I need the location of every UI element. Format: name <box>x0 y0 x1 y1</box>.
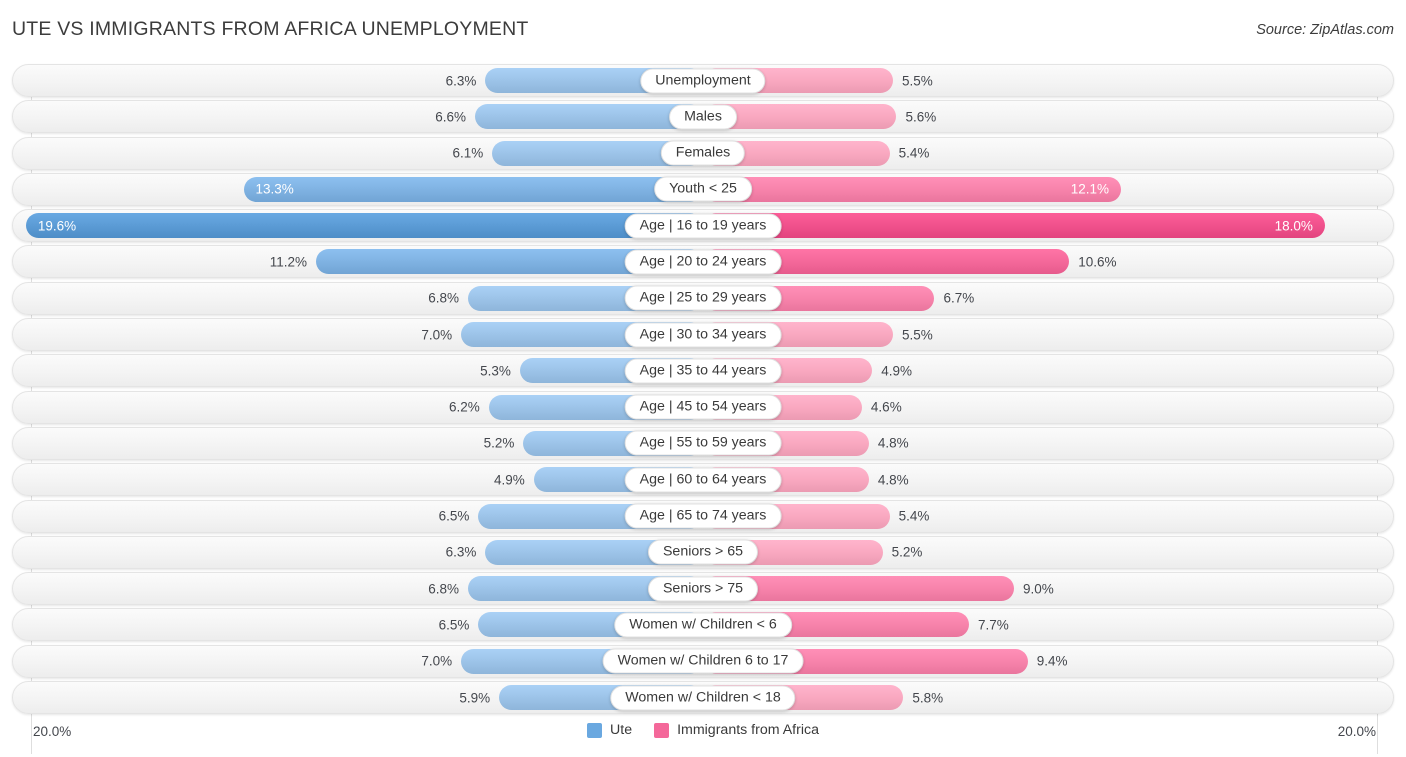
chart-rows: 6.3% 5.5% Unemployment 6.6% 5.6% Males 6.1% 5.4… <box>12 64 1394 715</box>
chart-row: 6.8% 6.7% Age | 25 to 29 years <box>12 281 1394 315</box>
chart-row: 6.8% 9.0% Seniors > 75 <box>12 572 1394 606</box>
category-label-pill[interactable]: Age | 35 to 44 years <box>624 358 782 384</box>
bar-value-left: 13.3% <box>255 181 294 197</box>
bar-value-right: 18.0% <box>1274 218 1313 234</box>
bar-value-left: 19.6% <box>37 218 77 234</box>
bar-value-right: 4.9% <box>881 363 913 379</box>
bar-value-right: 5.4% <box>898 508 930 524</box>
chart-row: 6.3% 5.2% Seniors > 65 <box>12 535 1394 569</box>
bar-value-right: 10.6% <box>1078 254 1117 270</box>
legend-item-ute[interactable]: Ute <box>587 722 632 738</box>
legend-item-immigrants-from-africa[interactable]: Immigrants from Africa <box>654 722 819 738</box>
bar-right-immigrants-from-africa[interactable]: 18.0% <box>703 213 1325 239</box>
chart-row: 13.3% 12.1% Youth < 25 <box>12 172 1394 206</box>
category-label-pill[interactable]: Age | 25 to 29 years <box>624 285 782 311</box>
chart-row: 6.2% 4.6% Age | 45 to 54 years <box>12 390 1394 424</box>
category-label-pill[interactable]: Unemployment <box>640 68 766 93</box>
chart-row: 19.6% 18.0% Age | 16 to 19 years <box>12 209 1394 243</box>
bar-value-right: 5.5% <box>902 327 933 343</box>
legend-swatch-immigrants-from-africa <box>654 722 670 738</box>
chart-row: 6.5% 5.4% Age | 65 to 74 years <box>12 499 1394 533</box>
bar-value-right: 4.8% <box>877 472 909 488</box>
bar-right-immigrants-from-africa[interactable]: 12.1% <box>703 176 1122 202</box>
bar-value-right: 9.0% <box>1022 581 1054 597</box>
chart-page: UTE VS IMMIGRANTS FROM AFRICA UNEMPLOYME… <box>0 0 1406 757</box>
chart-row: 6.3% 5.5% Unemployment <box>12 64 1394 97</box>
bar-value-left: 6.1% <box>452 145 484 161</box>
legend-label-immigrants-from-africa: Immigrants from Africa <box>677 722 819 738</box>
category-label-pill[interactable]: Age | 55 to 59 years <box>624 430 782 456</box>
chart-row: 5.9% 5.8% Women w/ Children < 18 <box>12 681 1394 715</box>
chart-row: 6.1% 5.4% Females <box>12 136 1394 170</box>
bar-value-left: 5.9% <box>459 690 491 706</box>
chart-row: 5.3% 4.9% Age | 35 to 44 years <box>12 354 1394 388</box>
chart-row: 6.6% 5.6% Males <box>12 100 1394 134</box>
category-label-pill[interactable]: Age | 16 to 19 years <box>624 213 782 239</box>
legend-label-ute: Ute <box>610 722 633 738</box>
bar-value-left: 11.2% <box>269 254 308 270</box>
bar-value-right: 6.7% <box>943 290 975 306</box>
category-label-pill[interactable]: Youth < 25 <box>654 176 752 202</box>
category-label-pill[interactable]: Women w/ Children < 6 <box>614 612 792 638</box>
bar-value-right: 7.7% <box>978 617 1009 633</box>
bar-value-left: 5.3% <box>480 363 511 379</box>
bar-value-right: 12.1% <box>1070 181 1110 197</box>
category-label-pill[interactable]: Age | 65 to 74 years <box>624 503 782 529</box>
category-label-pill[interactable]: Age | 60 to 64 years <box>624 467 782 493</box>
category-label-pill[interactable]: Age | 45 to 54 years <box>624 394 782 420</box>
bar-value-right: 9.4% <box>1036 653 1068 669</box>
category-label-pill[interactable]: Women w/ Children 6 to 17 <box>602 648 804 674</box>
chart-row: 7.0% 5.5% Age | 30 to 34 years <box>12 318 1394 352</box>
bar-value-left: 4.9% <box>493 472 525 488</box>
bar-value-left: 6.5% <box>438 617 470 633</box>
bar-value-left: 6.3% <box>445 544 477 560</box>
source-attribution: Source: ZipAtlas.com <box>1256 22 1394 38</box>
bar-value-left: 6.6% <box>435 109 466 125</box>
category-label-pill[interactable]: Females <box>660 140 746 166</box>
bar-value-right: 4.6% <box>870 399 902 415</box>
bar-value-right: 5.4% <box>898 145 930 161</box>
chart-legend: Ute Immigrants from Africa <box>0 722 1406 738</box>
bar-value-left: 6.5% <box>438 508 470 524</box>
bar-value-left: 6.3% <box>445 73 477 88</box>
category-label-pill[interactable]: Males <box>669 104 737 130</box>
bar-value-right: 5.6% <box>905 109 937 125</box>
bar-value-right: 5.2% <box>891 544 923 560</box>
chart-row: 4.9% 4.8% Age | 60 to 64 years <box>12 463 1394 497</box>
bar-value-left: 6.8% <box>428 290 460 306</box>
bar-value-left: 6.2% <box>449 399 480 415</box>
bar-value-right: 4.8% <box>877 435 909 451</box>
bar-value-right: 5.5% <box>902 73 933 88</box>
bar-left-ute[interactable]: 13.3% <box>243 176 703 202</box>
chart-row: 7.0% 9.4% Women w/ Children 6 to 17 <box>12 644 1394 678</box>
bar-value-left: 7.0% <box>421 327 453 343</box>
chart-row: 6.5% 7.7% Women w/ Children < 6 <box>12 608 1394 642</box>
page-title: UTE VS IMMIGRANTS FROM AFRICA UNEMPLOYME… <box>12 18 529 40</box>
category-label-pill[interactable]: Seniors > 75 <box>647 576 759 602</box>
category-label-pill[interactable]: Seniors > 65 <box>647 539 759 565</box>
category-label-pill[interactable]: Women w/ Children < 18 <box>610 685 796 711</box>
chart-row: 5.2% 4.8% Age | 55 to 59 years <box>12 426 1394 460</box>
category-label-pill[interactable]: Age | 20 to 24 years <box>624 249 782 275</box>
bar-left-ute[interactable]: 19.6% <box>25 213 703 239</box>
legend-swatch-ute <box>587 722 602 738</box>
chart-plot-area: 6.3% 5.5% Unemployment 6.6% 5.6% Males 6.1% 5.4… <box>12 64 1394 754</box>
category-label-pill[interactable]: Age | 30 to 34 years <box>624 322 782 348</box>
bar-value-right: 5.8% <box>912 690 944 706</box>
bar-value-left: 5.2% <box>483 435 515 451</box>
chart-row: 11.2% 10.6% Age | 20 to 24 years <box>12 245 1394 279</box>
bar-value-left: 6.8% <box>428 581 460 597</box>
bar-value-left: 7.0% <box>421 653 453 669</box>
